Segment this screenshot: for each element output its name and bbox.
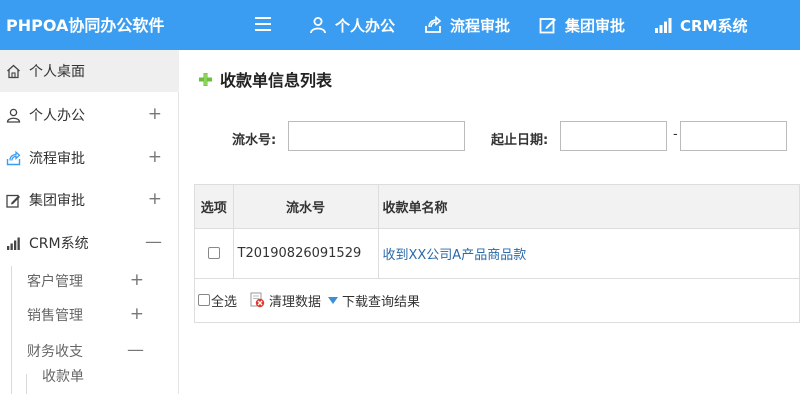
sidebar-subitem-receipts[interactable]: 收款单 bbox=[42, 366, 84, 386]
clear-data-button[interactable]: 清理数据 bbox=[249, 291, 321, 310]
sidebar-item-label: 个人办公 bbox=[29, 108, 85, 124]
serial-label: 流水号: bbox=[232, 133, 277, 148]
expand-icon[interactable]: + bbox=[130, 272, 144, 289]
column-header-select: 选项 bbox=[195, 185, 234, 229]
topnav-personal-office[interactable]: 个人办公 bbox=[309, 0, 395, 50]
table-header-row: 选项 流水号 收款单名称 bbox=[195, 185, 799, 229]
receipt-table: 选项 流水号 收款单名称 T20190826091529 收到XX公司A产品商品… bbox=[194, 184, 800, 323]
bar-chart-icon bbox=[655, 18, 672, 33]
table-footer: 全选 清理数据 下载查询结果 bbox=[195, 279, 799, 322]
receipt-name-link[interactable]: 收到XX公司A产品商品款 bbox=[378, 228, 799, 279]
sidebar-item-label: 流程审批 bbox=[29, 151, 85, 167]
edit-icon bbox=[6, 194, 20, 208]
sidebar-subitem-label: 财务收支 bbox=[27, 344, 83, 360]
select-all-checkbox[interactable] bbox=[198, 294, 210, 306]
collapse-icon[interactable]: — bbox=[145, 234, 162, 251]
sidebar-item-workflow[interactable]: 流程审批 + bbox=[0, 137, 179, 179]
topnav-label: 集团审批 bbox=[565, 16, 626, 35]
clear-data-label: 清理数据 bbox=[269, 294, 322, 310]
sidebar: 个人桌面 个人办公 + 流程审批 + 集团审批 + CRM系统 — 客户管理 +… bbox=[0, 50, 179, 394]
date-end-input[interactable] bbox=[680, 121, 787, 151]
sidebar-subitem-customers[interactable]: 客户管理 + bbox=[27, 264, 177, 298]
expand-icon[interactable]: + bbox=[130, 306, 144, 323]
topnav-label: 流程审批 bbox=[450, 16, 511, 35]
home-icon bbox=[7, 64, 20, 78]
sidebar-item-personal-office[interactable]: 个人办公 + bbox=[0, 94, 179, 136]
expand-icon[interactable]: + bbox=[148, 191, 162, 208]
topnav-label: 个人办公 bbox=[335, 16, 396, 35]
sidebar-item-label: CRM系统 bbox=[29, 236, 89, 252]
expand-icon[interactable]: + bbox=[148, 106, 162, 123]
expand-icon[interactable]: + bbox=[148, 149, 162, 166]
tree-line bbox=[11, 266, 12, 394]
serial-input[interactable] bbox=[288, 121, 465, 151]
top-header: PHPOA协同办公软件 个人办公 流程审批 集团审批 CRM系统 bbox=[0, 0, 800, 50]
edit-icon bbox=[539, 18, 557, 34]
select-all-control[interactable]: 全选 bbox=[198, 291, 237, 310]
sidebar-item-label: 集团审批 bbox=[29, 193, 85, 209]
tree-line bbox=[26, 374, 27, 394]
workflow-icon bbox=[425, 16, 442, 33]
sidebar-subitem-finance[interactable]: 财务收支 — bbox=[27, 334, 177, 368]
sidebar-item-label: 个人桌面 bbox=[29, 64, 85, 80]
date-separator: - bbox=[673, 127, 678, 142]
select-all-label: 全选 bbox=[211, 294, 238, 310]
collapse-icon[interactable]: — bbox=[127, 342, 144, 359]
date-range-label: 起止日期: bbox=[491, 133, 549, 148]
row-checkbox[interactable] bbox=[207, 247, 220, 259]
page-title: 收款单信息列表 bbox=[198, 67, 332, 91]
main-content: 收款单信息列表 流水号: 起止日期: - 选项 流水号 收款单名称 T20190… bbox=[180, 50, 800, 394]
user-icon bbox=[310, 17, 326, 34]
workflow-icon bbox=[6, 150, 21, 165]
download-arrow-icon bbox=[328, 297, 339, 304]
app-brand: PHPOA协同办公软件 bbox=[6, 16, 165, 35]
menu-toggle-icon[interactable] bbox=[255, 17, 271, 31]
column-header-name[interactable]: 收款单名称 bbox=[378, 185, 799, 229]
column-header-serial[interactable]: 流水号 bbox=[233, 185, 379, 229]
topnav-label: CRM系统 bbox=[680, 16, 748, 35]
table-row: T20190826091529 收到XX公司A产品商品款 bbox=[195, 228, 799, 279]
delete-icon bbox=[250, 292, 265, 308]
sidebar-item-desktop[interactable]: 个人桌面 bbox=[0, 50, 179, 92]
sidebar-subitem-label: 销售管理 bbox=[27, 308, 83, 324]
topnav-workflow[interactable]: 流程审批 bbox=[424, 0, 510, 50]
sidebar-item-crm[interactable]: CRM系统 — bbox=[0, 222, 179, 264]
user-icon bbox=[6, 108, 21, 123]
sidebar-subitem-sales[interactable]: 销售管理 + bbox=[27, 298, 177, 332]
plus-icon bbox=[199, 72, 212, 86]
sidebar-subitem-label: 客户管理 bbox=[27, 274, 83, 290]
row-select-cell bbox=[195, 228, 234, 279]
sidebar-item-group-approval[interactable]: 集团审批 + bbox=[0, 179, 179, 221]
topnav-crm[interactable]: CRM系统 bbox=[654, 0, 748, 50]
download-results-label: 下载查询结果 bbox=[342, 294, 421, 310]
serial-cell: T20190826091529 bbox=[233, 228, 379, 279]
page-title-text: 收款单信息列表 bbox=[220, 71, 333, 90]
date-start-input[interactable] bbox=[560, 121, 667, 151]
topnav-group-approval[interactable]: 集团审批 bbox=[539, 0, 625, 50]
bar-chart-icon bbox=[7, 237, 20, 250]
top-nav: 个人办公 流程审批 集团审批 CRM系统 bbox=[309, 0, 748, 50]
download-results-button[interactable]: 下载查询结果 bbox=[327, 291, 420, 310]
